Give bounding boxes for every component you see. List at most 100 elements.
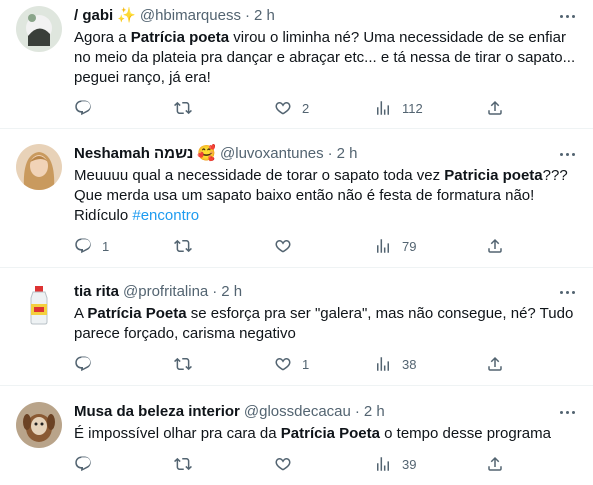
text-segment: Agora a	[74, 29, 131, 46]
tweet[interactable]: Neshamah נשמה 🥰 @luvoxantunes · 2 h Meuu…	[0, 129, 593, 268]
tweet-text: É impossível olhar pra cara da Patrícia …	[74, 424, 579, 444]
timestamp[interactable]: 2 h	[221, 282, 242, 302]
view-count: 39	[402, 456, 417, 472]
like-count: 1	[302, 356, 310, 372]
avatar-image-icon	[16, 282, 62, 328]
tweet[interactable]: / gabi ✨ @hbimarquess · 2 h Agora a Patr…	[0, 0, 593, 129]
separator-dot: ·	[212, 283, 218, 300]
views-button[interactable]: 79	[374, 236, 416, 256]
timestamp[interactable]: 2 h	[364, 402, 385, 422]
name-emoji: ✨	[117, 7, 136, 24]
retweet-icon	[174, 457, 192, 471]
views-chart-icon	[377, 239, 389, 253]
share-button[interactable]	[486, 454, 504, 474]
separator-dot: ·	[244, 7, 250, 24]
like-button[interactable]: 1	[274, 354, 309, 374]
views-button[interactable]: 112	[374, 98, 423, 118]
name-emoji: 🥰	[197, 145, 217, 162]
heart-icon	[275, 102, 291, 115]
display-name[interactable]: Musa da beleza interior	[74, 402, 240, 422]
share-icon	[488, 238, 502, 253]
tweet-text: A Patrícia Poeta se esforça pra ser "gal…	[74, 304, 579, 344]
more-dots-icon[interactable]	[557, 6, 577, 26]
reply-button[interactable]	[74, 354, 102, 374]
text-segment: A	[74, 305, 88, 322]
avatar[interactable]	[16, 402, 62, 448]
avatar[interactable]	[16, 144, 62, 190]
timestamp[interactable]: 2 h	[254, 6, 275, 26]
reply-button[interactable]: 1	[74, 236, 109, 256]
retweet-button[interactable]	[174, 354, 202, 374]
separator-dot: ·	[327, 145, 333, 162]
mention-bold: Patrícia poeta	[130, 29, 230, 46]
view-count: 112	[402, 100, 423, 116]
reply-icon	[75, 238, 91, 254]
avatar-image-icon	[16, 402, 62, 448]
like-count: 2	[302, 100, 310, 116]
avatar[interactable]	[16, 282, 62, 328]
text-segment: Meuuuu qual a necessidade de torar o sap…	[74, 167, 445, 184]
tweet-feed: / gabi ✨ @hbimarquess · 2 h Agora a Patr…	[0, 0, 593, 485]
reply-button[interactable]	[74, 454, 102, 474]
more-dots-icon[interactable]	[557, 144, 577, 164]
user-handle[interactable]: @hbimarquess	[140, 6, 241, 26]
user-handle[interactable]: @luvoxantunes	[220, 144, 324, 164]
avatar-image-icon	[16, 144, 62, 190]
avatar[interactable]	[16, 6, 62, 52]
views-chart-icon	[377, 457, 389, 471]
retweet-icon	[174, 357, 192, 371]
share-button[interactable]	[486, 98, 504, 118]
heart-icon	[275, 358, 291, 371]
user-handle[interactable]: @glossdecacau	[244, 402, 351, 422]
timestamp[interactable]: 2 h	[337, 144, 358, 164]
retweet-button[interactable]	[174, 236, 202, 256]
tweet-actions: 39	[74, 454, 577, 474]
reply-button[interactable]	[74, 98, 102, 118]
more-dots-icon[interactable]	[557, 282, 577, 302]
tweet[interactable]: Musa da beleza interior @glossdecacau · …	[0, 386, 593, 485]
retweet-icon	[174, 101, 192, 115]
retweet-button[interactable]	[174, 454, 202, 474]
tweet-text: Meuuuu qual a necessidade de torar o sap…	[74, 166, 579, 226]
display-name[interactable]: / gabi	[74, 6, 113, 26]
user-handle[interactable]: @profritalina	[123, 282, 208, 302]
tweet-text: Agora a Patrícia poeta virou o liminha n…	[74, 28, 579, 88]
hashtag-link[interactable]: #encontro	[132, 207, 199, 224]
reply-icon	[75, 100, 91, 116]
share-icon	[488, 100, 502, 115]
mention-bold: Patrícia Poeta	[87, 305, 187, 322]
reply-count: 1	[102, 238, 110, 254]
display-name[interactable]: Neshamah נשמה	[74, 144, 193, 164]
text-segment: o tempo desse programa	[379, 425, 551, 442]
heart-icon	[275, 240, 291, 253]
avatar-image-icon	[16, 6, 62, 52]
tweet-actions: 2 112	[74, 98, 577, 118]
like-button[interactable]: 2	[274, 98, 309, 118]
tweet-header: Neshamah נשמה 🥰 @luvoxantunes · 2 h	[74, 144, 577, 164]
view-count: 38	[402, 356, 417, 372]
share-button[interactable]	[486, 354, 504, 374]
tweet-actions: 1 38	[74, 354, 577, 374]
share-icon	[488, 356, 502, 371]
text-segment: É impossível olhar pra cara da	[74, 425, 281, 442]
like-button[interactable]	[274, 454, 302, 474]
view-count: 79	[402, 238, 417, 254]
reply-icon	[75, 356, 91, 372]
reply-icon	[75, 456, 91, 472]
tweet-header: tia rita @profritalina · 2 h	[74, 282, 577, 302]
retweet-icon	[174, 239, 192, 253]
heart-icon	[275, 458, 291, 471]
share-icon	[488, 456, 502, 471]
retweet-button[interactable]	[174, 98, 202, 118]
views-button[interactable]: 38	[374, 354, 416, 374]
like-button[interactable]	[274, 236, 302, 256]
views-button[interactable]: 39	[374, 454, 416, 474]
tweet[interactable]: tia rita @profritalina · 2 h A Patrícia …	[0, 268, 593, 386]
mention-bold: Patricia poeta	[444, 167, 543, 184]
views-chart-icon	[377, 101, 389, 115]
more-dots-icon[interactable]	[557, 402, 577, 422]
display-name[interactable]: tia rita	[74, 282, 119, 302]
views-chart-icon	[377, 357, 389, 371]
tweet-header: / gabi ✨ @hbimarquess · 2 h	[74, 6, 577, 26]
share-button[interactable]	[486, 236, 504, 256]
